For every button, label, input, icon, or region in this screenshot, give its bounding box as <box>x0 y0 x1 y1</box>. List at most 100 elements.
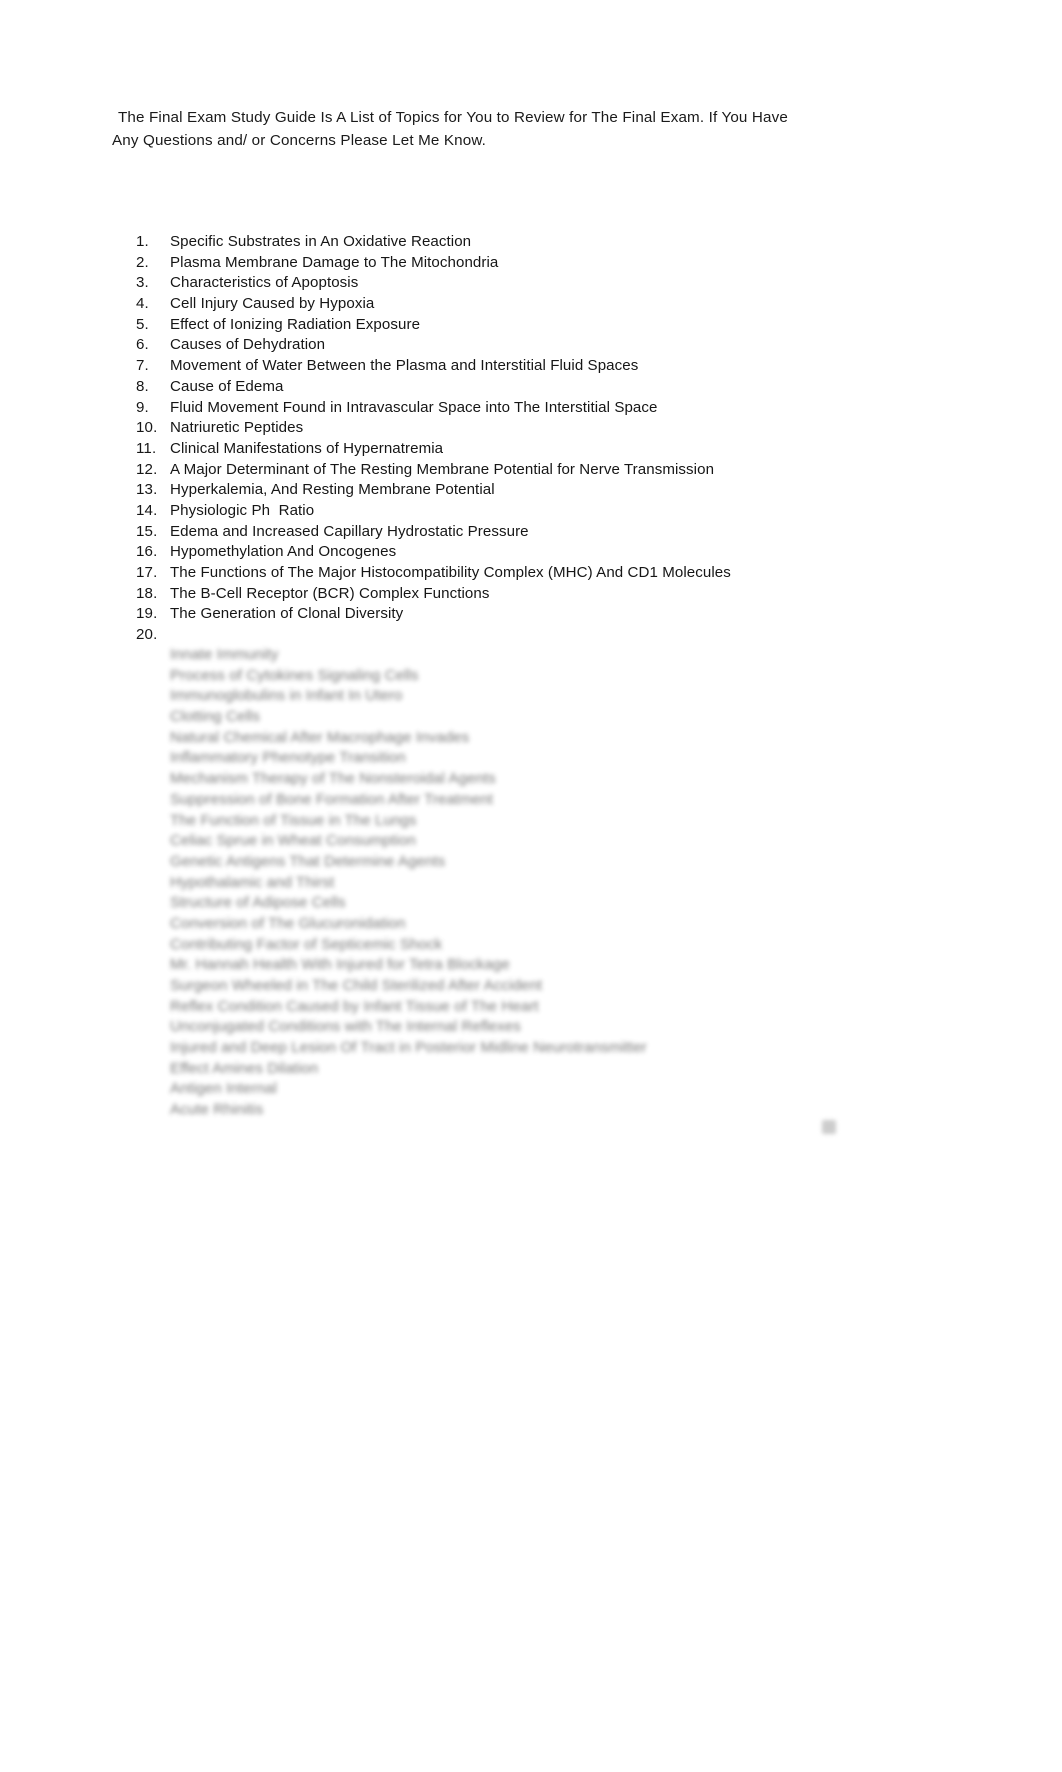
list-item-number: 3. <box>136 274 149 292</box>
list-item-text: Physiologic Ph Ratio <box>170 501 315 519</box>
list-item: 2. Plasma Membrane Damage to The Mitochon… <box>136 253 936 274</box>
obscured-item-text: Mechanism Therapy of The Nonsteroidal Ag… <box>170 770 496 788</box>
list-item: 9. Fluid Movement Found in Intravascular … <box>136 398 936 419</box>
list-item-number: 16. <box>136 543 158 561</box>
obscured-item-text: Reflex Condition Caused by Infant Tissue… <box>170 997 539 1015</box>
obscured-list-item: Celiac Sprue in Wheat Consumption <box>136 831 956 852</box>
obscured-list-item: Inflammatory Phenotype Transition <box>136 748 956 769</box>
study-guide-list: 1. Specific Substrates in An Oxidative Re… <box>136 232 936 646</box>
obscured-item-text: Process of Cytokines Signaling Cells <box>170 666 419 684</box>
obscured-item-text: Hypothalamic and Thirst <box>170 873 335 891</box>
obscured-item-text: Clotting Cells <box>170 708 260 726</box>
list-item-text: Clinical Manifestations of Hypernatremia <box>170 439 444 457</box>
list-item: 5. Effect of Ionizing Radiation Exposure <box>136 315 936 336</box>
list-item-text: Cell Injury Caused by Hypoxia <box>170 295 375 313</box>
obscured-list-item: Suppression of Bone Formation After Trea… <box>136 790 956 811</box>
document-page: The Final Exam Study Guide Is A List of … <box>0 0 1062 1772</box>
obscured-item-text: Unconjugated Conditions with The Interna… <box>170 1018 521 1036</box>
list-item-text: Edema and Increased Capillary Hydrostati… <box>170 522 529 540</box>
list-item-number: 6. <box>136 336 149 354</box>
obscured-list-item: Structure of Adipose Cells <box>136 893 956 914</box>
list-item: 18. The B-Cell Receptor (BCR) Complex Fun… <box>136 584 936 605</box>
list-item: 1. Specific Substrates in An Oxidative Re… <box>136 232 936 253</box>
list-item: 11. Clinical Manifestations of Hypernatre… <box>136 439 936 460</box>
obscured-item-text: Injured and Deep Lesion Of Tract in Post… <box>170 1039 647 1057</box>
list-item: 4. Cell Injury Caused by Hypoxia <box>136 294 936 315</box>
list-item-text: The Generation of Clonal Diversity <box>170 605 404 623</box>
obscured-list-item: Reflex Condition Caused by Infant Tissue… <box>136 997 956 1018</box>
obscured-list-item: Mechanism Therapy of The Nonsteroidal Ag… <box>136 769 956 790</box>
obscured-list-region: Innate Immunity Process of Cytokines Sig… <box>136 645 956 1121</box>
list-item-number: 5. <box>136 315 149 333</box>
obscured-list-item: Surgeon Wheeled in The Child Sterilized … <box>136 976 956 997</box>
list-item-text: Hyperkalemia, And Resting Membrane Poten… <box>170 481 495 499</box>
obscured-list-item: Hypothalamic and Thirst <box>136 873 956 894</box>
list-item-text: The B-Cell Receptor (BCR) Complex Functi… <box>170 584 490 602</box>
list-item-number: 10. <box>136 419 158 437</box>
list-item-text: Causes of Dehydration <box>170 336 326 354</box>
list-item-text: Characteristics of Apoptosis <box>170 274 359 292</box>
list-item: 15. Edema and Increased Capillary Hydrost… <box>136 522 936 543</box>
obscured-item-text: Immunoglobulins in Infant In Utero <box>170 687 403 705</box>
list-item-text: Specific Substrates in An Oxidative Reac… <box>170 233 472 250</box>
list-item: 14. Physiologic Ph Ratio <box>136 501 936 522</box>
obscured-item-text: Innate Immunity <box>170 646 279 663</box>
list-item: 12. A Major Determinant of The Resting Me… <box>136 460 936 481</box>
list-item: 13. Hyperkalemia, And Resting Membrane Po… <box>136 480 936 501</box>
list-item-text: Hypomethylation And Oncogenes <box>170 543 397 561</box>
list-item: 20. <box>136 625 936 646</box>
obscured-page-mark <box>822 1120 836 1134</box>
list-item: 6. Causes of Dehydration <box>136 335 936 356</box>
obscured-list-item: The Function of Tissue in The Lungs <box>136 811 956 832</box>
list-item: 3. Characteristics of Apoptosis <box>136 273 936 294</box>
list-item-number: 11. <box>136 439 157 457</box>
list-item: 8. Cause of Edema <box>136 377 936 398</box>
list-item-text: Effect of Ionizing Radiation Exposure <box>170 315 421 333</box>
list-item: 7. Movement of Water Between the Plasma a… <box>136 356 936 377</box>
obscured-item-text: Structure of Adipose Cells <box>170 894 346 912</box>
list-item-number: 17. <box>136 564 158 581</box>
obscured-item-text: Inflammatory Phenotype Transition <box>170 749 406 767</box>
list-item-number: 18. <box>136 584 158 602</box>
obscured-item-text: Genetic Antigens That Determine Agents <box>170 852 446 870</box>
obscured-list-item: Unconjugated Conditions with The Interna… <box>136 1017 956 1038</box>
obscured-list-item: Mr. Hannah Health With Injured for Tetra… <box>136 955 956 976</box>
obscured-item-text: Surgeon Wheeled in The Child Sterilized … <box>170 977 543 994</box>
list-item-number: 9. <box>136 398 149 416</box>
list-item-number: 7. <box>136 357 149 375</box>
intro-text: The Final Exam Study Guide Is A List of … <box>112 109 788 149</box>
intro-paragraph: The Final Exam Study Guide Is A List of … <box>112 106 802 152</box>
obscured-list-item: Acute Rhinitis <box>136 1100 956 1121</box>
obscured-list-item: Antigen Internal <box>136 1079 956 1100</box>
obscured-list-item: Contributing Factor of Septicemic Shock <box>136 935 956 956</box>
list-item-number: 1. <box>136 233 149 250</box>
list-item-text: Fluid Movement Found in Intravascular Sp… <box>170 398 658 416</box>
list-item: 19. The Generation of Clonal Diversity <box>136 604 936 625</box>
obscured-item-text: Acute Rhinitis <box>170 1101 264 1119</box>
list-item: 16. Hypomethylation And Oncogenes <box>136 542 936 563</box>
obscured-item-text: Mr. Hannah Health With Injured for Tetra… <box>170 956 510 974</box>
obscured-list-item: Conversion of The Glucuronidation <box>136 914 956 935</box>
obscured-list-item: Immunoglobulins in Infant In Utero <box>136 686 956 707</box>
list-item-number: 14. <box>136 501 158 519</box>
obscured-list-item: Genetic Antigens That Determine Agents <box>136 852 956 873</box>
list-item-number: 13. <box>136 481 158 499</box>
obscured-item-text: The Function of Tissue in The Lungs <box>170 811 417 829</box>
obscured-list-item: Clotting Cells <box>136 707 956 728</box>
list-item-number: 20. <box>136 626 158 644</box>
list-item: 17. The Functions of The Major Histocompa… <box>136 563 936 584</box>
obscured-list-item: Innate Immunity <box>136 645 956 666</box>
list-item-number: 2. <box>136 253 149 271</box>
obscured-item-text: Conversion of The Glucuronidation <box>170 914 406 932</box>
list-item-text: A Major Determinant of The Resting Membr… <box>170 460 715 478</box>
list-item-number: 4. <box>136 295 149 313</box>
obscured-list-item: Injured and Deep Lesion Of Tract in Post… <box>136 1038 956 1059</box>
list-item-number: 8. <box>136 377 149 395</box>
obscured-item-text: Antigen Internal <box>170 1080 277 1098</box>
list-item-text: Movement of Water Between the Plasma and… <box>170 357 639 375</box>
list-item-number: 12. <box>136 460 158 478</box>
obscured-list-item: Effect Amines Dilation <box>136 1059 956 1080</box>
list-item-number: 15. <box>136 522 158 540</box>
list-item-text: Natriuretic Peptides <box>170 419 304 437</box>
obscured-list-item: Natural Chemical After Macrophage Invade… <box>136 728 956 749</box>
